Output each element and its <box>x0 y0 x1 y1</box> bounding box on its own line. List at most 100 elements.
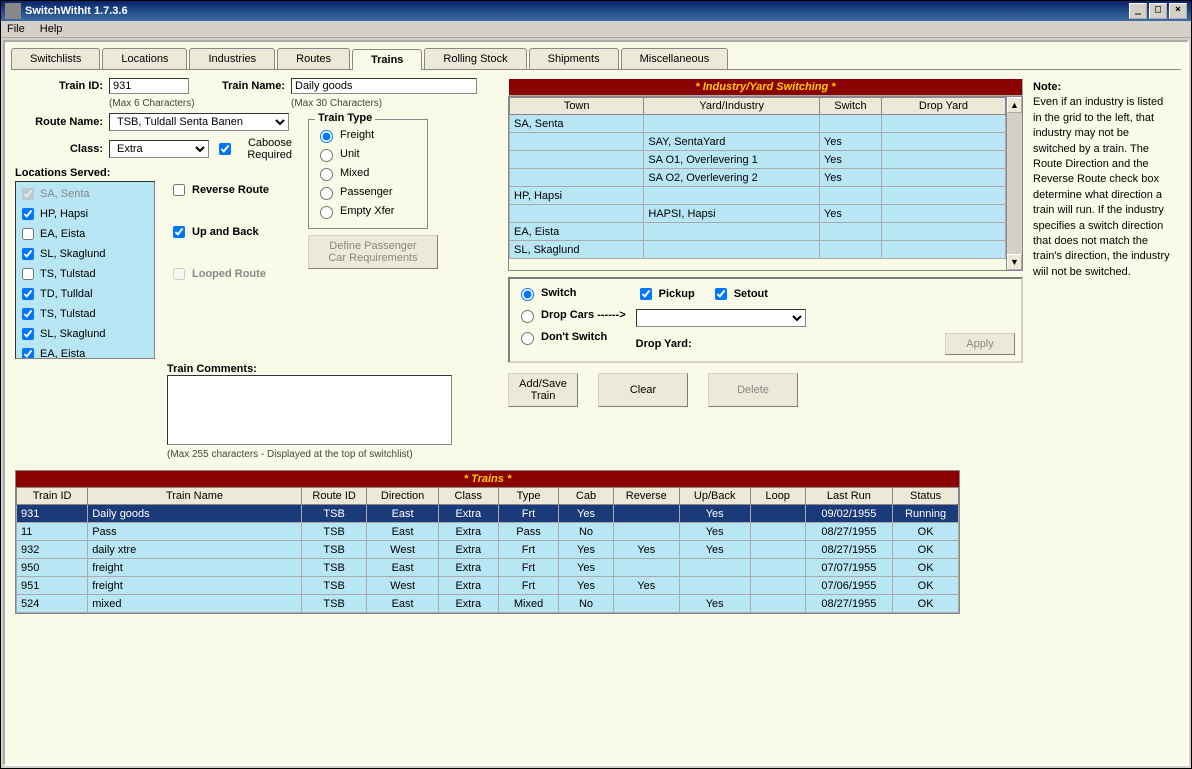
switch-row[interactable]: SAY, SentaYardYes <box>510 133 1006 151</box>
class-select[interactable]: Extra <box>109 140 209 158</box>
train-type-unit[interactable]: Unit <box>315 146 421 162</box>
train-id-label: Train ID: <box>15 80 103 92</box>
comments-textarea[interactable] <box>167 375 452 445</box>
drop-select[interactable] <box>636 309 806 327</box>
tab-switchlists[interactable]: Switchlists <box>11 48 100 69</box>
delete-button: Delete <box>708 373 798 407</box>
location-item[interactable]: SL, Skaglund <box>18 324 152 344</box>
dont-switch-radio[interactable]: Don't Switch <box>516 329 626 345</box>
train-name-input[interactable] <box>291 78 477 94</box>
window-title: SwitchWithIt 1.7.3.6 <box>25 5 128 17</box>
looped-route-check: Looped Route <box>169 265 269 283</box>
scroll-down-icon[interactable]: ▼ <box>1007 254 1022 270</box>
train-name-label: Train Name: <box>195 80 285 92</box>
add-save-button[interactable]: Add/Save Train <box>508 373 578 407</box>
trains-row[interactable]: 524mixedTSBEastExtraMixedNoYes08/27/1955… <box>17 595 959 613</box>
trains-row[interactable]: 951freightTSBWestExtraFrtYesYes07/06/195… <box>17 577 959 595</box>
reverse-route-check[interactable]: Reverse Route <box>169 181 269 199</box>
trains-col-header[interactable]: Type <box>498 488 558 505</box>
drop-yard-label: Drop Yard: <box>636 338 692 350</box>
scroll-up-icon[interactable]: ▲ <box>1007 97 1022 113</box>
location-item[interactable]: TD, Tulldal <box>18 284 152 304</box>
trains-col-header[interactable]: Class <box>438 488 498 505</box>
note-box: Note: Even if an industry is listed in t… <box>1029 78 1177 407</box>
route-name-select[interactable]: TSB, Tuldall Senta Banen <box>109 113 289 131</box>
train-type-empty-xfer[interactable]: Empty Xfer <box>315 203 421 219</box>
route-options: Reverse Route Up and Back Looped Route <box>163 181 269 359</box>
trains-row[interactable]: 950freightTSBEastExtraFrtYes07/07/1955OK <box>17 559 959 577</box>
comments-label: Train Comments: <box>167 363 257 375</box>
location-item[interactable]: TS, Tulstad <box>18 304 152 324</box>
tab-rolling-stock[interactable]: Rolling Stock <box>424 48 526 69</box>
tab-strip: SwitchlistsLocationsIndustriesRoutesTrai… <box>11 48 1181 70</box>
trains-col-header[interactable]: Last Run <box>805 488 893 505</box>
location-item[interactable]: TS, Tulstad <box>18 264 152 284</box>
location-item[interactable]: EA, Eista <box>18 224 152 244</box>
trains-col-header[interactable]: Cab <box>559 488 614 505</box>
app-icon <box>5 3 21 19</box>
tab-industries[interactable]: Industries <box>189 48 275 69</box>
switch-col-header: Yard/Industry <box>644 98 820 115</box>
trains-col-header[interactable]: Reverse <box>613 488 679 505</box>
train-type-legend: Train Type <box>315 112 375 124</box>
tab-miscellaneous[interactable]: Miscellaneous <box>621 48 729 69</box>
trains-section: * Trains * Train IDTrain NameRoute IDDir… <box>15 470 960 614</box>
trains-table[interactable]: Train IDTrain NameRoute IDDirectionClass… <box>16 487 959 613</box>
trains-col-header[interactable]: Train Name <box>88 488 302 505</box>
industry-yard-panel: * Industry/Yard Switching * TownYard/Ind… <box>508 78 1177 460</box>
drop-cars-radio[interactable]: Drop Cars ------> <box>516 307 626 323</box>
switch-radio[interactable]: Switch <box>516 285 626 301</box>
trains-row[interactable]: 932daily xtreTSBWestExtraFrtYesYesYes08/… <box>17 541 959 559</box>
app-window: SwitchWithIt 1.7.3.6 _ □ × File Help Swi… <box>0 0 1192 769</box>
minimize-button[interactable]: _ <box>1129 3 1147 19</box>
caboose-check-wrap[interactable]: Caboose Required <box>215 137 292 161</box>
pickup-check[interactable]: Pickup <box>636 285 695 303</box>
switch-row[interactable]: SA O2, Overlevering 2Yes <box>510 169 1006 187</box>
switch-options: Switch Drop Cars ------> Don't Switch Pi… <box>508 277 1023 363</box>
trains-col-header[interactable]: Status <box>893 488 959 505</box>
menu-file[interactable]: File <box>7 23 25 35</box>
switch-grid-scrollbar[interactable]: ▲ ▼ <box>1006 97 1022 270</box>
switch-table[interactable]: TownYard/IndustrySwitchDrop Yard SA, Sen… <box>509 97 1006 259</box>
route-name-label: Route Name: <box>15 116 103 128</box>
trains-col-header[interactable]: Loop <box>750 488 805 505</box>
tab-shipments[interactable]: Shipments <box>529 48 619 69</box>
location-item[interactable]: SL, Skaglund <box>18 244 152 264</box>
trains-row[interactable]: 931Daily goodsTSBEastExtraFrtYesYes09/02… <box>17 505 959 523</box>
menu-help[interactable]: Help <box>40 23 63 35</box>
trains-col-header[interactable]: Route ID <box>301 488 367 505</box>
switch-row[interactable]: SA, Senta <box>510 115 1006 133</box>
note-body: Even if an industry is listed in the gri… <box>1033 96 1170 277</box>
trains-col-header[interactable]: Direction <box>367 488 438 505</box>
train-type-freight[interactable]: Freight <box>315 127 421 143</box>
caboose-checkbox[interactable] <box>219 143 231 155</box>
trains-title: * Trains * <box>16 471 959 487</box>
train-type-passenger[interactable]: Passenger <box>315 184 421 200</box>
tab-trains[interactable]: Trains <box>352 49 422 70</box>
setout-check[interactable]: Setout <box>711 285 768 303</box>
clear-button[interactable]: Clear <box>598 373 688 407</box>
action-buttons: Add/Save Train Clear Delete <box>508 373 1023 407</box>
train-type-group: Train Type Freight Unit Mixed Passenger … <box>308 119 428 229</box>
up-and-back-check[interactable]: Up and Back <box>169 223 269 241</box>
titlebar: SwitchWithIt 1.7.3.6 _ □ × <box>1 1 1191 21</box>
close-button[interactable]: × <box>1169 3 1187 19</box>
train-id-input[interactable] <box>109 78 189 94</box>
location-item[interactable]: EA, Eista <box>18 344 152 359</box>
trains-col-header[interactable]: Up/Back <box>679 488 750 505</box>
switch-row[interactable]: SL, Skaglund <box>510 241 1006 259</box>
maximize-button[interactable]: □ <box>1149 3 1167 19</box>
trains-row[interactable]: 11PassTSBEastExtraPassNoYes08/27/1955OK <box>17 523 959 541</box>
switch-row[interactable]: EA, Eista <box>510 223 1006 241</box>
switch-row[interactable]: HAPSI, HapsiYes <box>510 205 1006 223</box>
locations-listbox[interactable]: SA, Senta HP, Hapsi EA, Eista SL, Skaglu… <box>15 181 155 359</box>
switch-row[interactable]: SA O1, Overlevering 1Yes <box>510 151 1006 169</box>
switch-row[interactable]: HP, Hapsi <box>510 187 1006 205</box>
tab-locations[interactable]: Locations <box>102 48 187 69</box>
train-id-hint: (Max 6 Characters) <box>109 98 199 109</box>
trains-col-header[interactable]: Train ID <box>17 488 88 505</box>
location-item: SA, Senta <box>18 184 152 204</box>
train-type-mixed[interactable]: Mixed <box>315 165 421 181</box>
tab-routes[interactable]: Routes <box>277 48 350 69</box>
location-item[interactable]: HP, Hapsi <box>18 204 152 224</box>
